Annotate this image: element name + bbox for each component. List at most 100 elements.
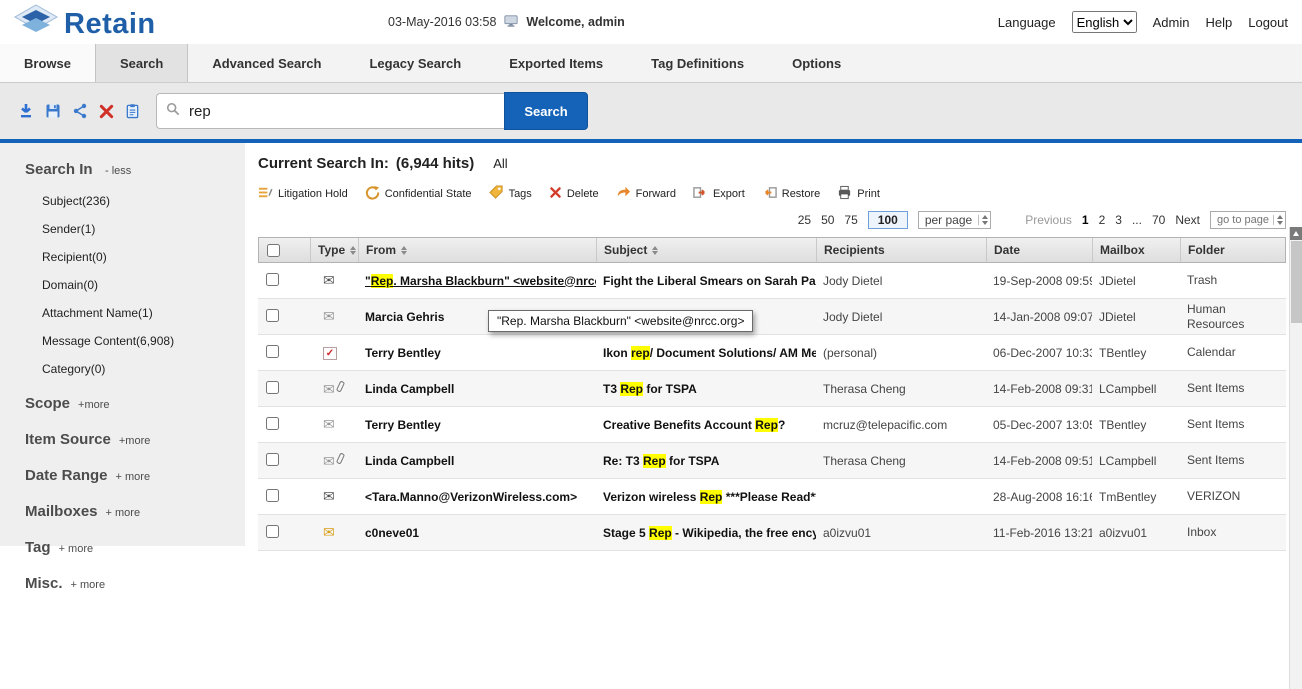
litigation-hold-button[interactable]: Litigation Hold — [258, 185, 348, 203]
table-row[interactable]: Marcia Gehris Jody Dietel 14-Jan-2008 09… — [258, 299, 1286, 335]
table-row[interactable]: Linda Campbell Re: T3 Rep for TSPA Thera… — [258, 443, 1286, 479]
delete-search-icon[interactable] — [99, 104, 114, 119]
row-from-cell[interactable]: Linda Campbell — [358, 454, 596, 468]
scrollbar-thumb[interactable] — [1291, 241, 1302, 323]
tab-legacy-search[interactable]: Legacy Search — [345, 44, 485, 82]
retain-logo[interactable]: Retain — [14, 4, 156, 45]
next-page-link[interactable]: Next — [1175, 213, 1200, 227]
help-link[interactable]: Help — [1205, 15, 1232, 30]
date-range-toggle[interactable]: + more — [116, 471, 151, 483]
row-from-cell[interactable]: Terry Bentley — [358, 346, 596, 360]
search-input[interactable] — [187, 102, 477, 121]
goto-page-input[interactable] — [1213, 213, 1271, 227]
table-row[interactable]: Terry Bentley Ikon rep/ Document Solutio… — [258, 335, 1286, 371]
row-from-cell[interactable]: <Tara.Manno@VerizonWireless.com> — [358, 490, 596, 504]
confidential-state-button[interactable]: Confidential State — [365, 185, 472, 203]
page-link-3[interactable]: 3 — [1115, 213, 1122, 227]
search-in-item-domain[interactable]: Domain(0) — [42, 275, 237, 296]
print-button[interactable]: Print — [837, 185, 880, 203]
column-header-mailbox[interactable]: Mailbox — [1093, 238, 1181, 262]
table-row[interactable]: Terry Bentley Creative Benefits Account … — [258, 407, 1286, 443]
row-from-cell[interactable]: Linda Campbell — [358, 382, 596, 396]
language-select[interactable]: English — [1072, 11, 1137, 33]
tab-browse[interactable]: Browse — [0, 44, 95, 82]
mailboxes-toggle[interactable]: + more — [106, 507, 141, 519]
misc-toggle[interactable]: + more — [71, 579, 106, 591]
save-search-icon[interactable] — [45, 103, 61, 119]
column-header-folder[interactable]: Folder — [1181, 238, 1285, 262]
column-header-subject[interactable]: Subject — [597, 238, 817, 262]
row-from-cell[interactable]: "Rep. Marsha Blackburn" <website@nrcc.or — [358, 274, 596, 288]
row-subject-cell[interactable]: Creative Benefits Account Rep? — [596, 418, 816, 432]
page-link-1[interactable]: 1 — [1082, 213, 1089, 227]
tab-search[interactable]: Search — [95, 44, 188, 82]
row-checkbox[interactable] — [266, 381, 279, 394]
scroll-up-button[interactable] — [1290, 227, 1302, 240]
column-header-type[interactable]: Type — [311, 238, 359, 262]
previous-page-link[interactable]: Previous — [1025, 213, 1072, 227]
select-all-checkbox[interactable] — [267, 244, 280, 257]
goto-page-spinner[interactable] — [1273, 215, 1283, 225]
row-checkbox[interactable] — [266, 453, 279, 466]
page-size-100-selected[interactable]: 100 — [868, 211, 908, 229]
delete-button[interactable]: Delete — [549, 186, 599, 202]
row-subject-cell[interactable]: Re: T3 Rep for TSPA — [596, 454, 816, 468]
load-search-icon[interactable] — [18, 103, 34, 119]
sort-arrows-icon[interactable] — [350, 246, 356, 255]
tab-exported-items[interactable]: Exported Items — [485, 44, 627, 82]
row-checkbox[interactable] — [266, 525, 279, 538]
tab-tag-definitions[interactable]: Tag Definitions — [627, 44, 768, 82]
page-link-2[interactable]: 2 — [1099, 213, 1106, 227]
per-page-select[interactable]: per page — [918, 211, 991, 229]
search-in-item-attachment-name[interactable]: Attachment Name(1) — [42, 303, 237, 324]
restore-button[interactable]: Restore — [762, 185, 821, 203]
row-checkbox[interactable] — [266, 309, 279, 322]
row-from-cell[interactable]: Terry Bentley — [358, 418, 596, 432]
row-checkbox[interactable] — [266, 345, 279, 358]
export-button[interactable]: Export — [693, 185, 745, 203]
page-link-70[interactable]: 70 — [1152, 213, 1165, 227]
row-subject-cell[interactable]: Fight the Liberal Smears on Sarah Palin — [596, 274, 816, 288]
search-in-item-subject[interactable]: Subject(236) — [42, 191, 237, 212]
search-in-item-sender[interactable]: Sender(1) — [42, 219, 237, 240]
row-subject-cell[interactable]: Verizon wireless Rep ***Please Read*** — [596, 490, 816, 504]
table-row[interactable]: <Tara.Manno@VerizonWireless.com> Verizon… — [258, 479, 1286, 515]
table-row[interactable]: "Rep. Marsha Blackburn" <website@nrcc.or… — [258, 263, 1286, 299]
admin-link[interactable]: Admin — [1153, 15, 1190, 30]
scope-toggle[interactable]: +more — [78, 399, 110, 411]
item-source-toggle[interactable]: +more — [119, 435, 151, 447]
forward-button[interactable]: Forward — [616, 185, 676, 203]
row-subject-cell[interactable]: Stage 5 Rep - Wikipedia, the free encycl — [596, 526, 816, 540]
column-header-from[interactable]: From — [359, 238, 597, 262]
tab-advanced-search[interactable]: Advanced Search — [188, 44, 345, 82]
misc-section-title: Misc. — [25, 575, 63, 592]
sort-arrows-icon[interactable] — [652, 246, 658, 255]
tab-options[interactable]: Options — [768, 44, 865, 82]
logout-link[interactable]: Logout — [1248, 15, 1288, 30]
row-from-cell[interactable]: c0neve01 — [358, 526, 596, 540]
tag-toggle[interactable]: + more — [59, 543, 94, 555]
row-checkbox[interactable] — [266, 489, 279, 502]
row-subject-cell[interactable]: T3 Rep for TSPA — [596, 382, 816, 396]
page-size-25[interactable]: 25 — [798, 213, 811, 227]
search-button[interactable]: Search — [504, 92, 588, 130]
sort-arrows-icon[interactable] — [401, 246, 407, 255]
page-size-50[interactable]: 50 — [821, 213, 834, 227]
saved-searches-icon[interactable] — [125, 103, 140, 119]
tags-button[interactable]: Tags — [489, 185, 532, 203]
search-in-item-message-content[interactable]: Message Content(6,908) — [42, 331, 237, 352]
vertical-scrollbar[interactable] — [1289, 227, 1302, 689]
row-checkbox[interactable] — [266, 273, 279, 286]
page-size-75[interactable]: 75 — [844, 213, 857, 227]
search-in-toggle[interactable]: - less — [105, 165, 131, 177]
row-subject-cell[interactable]: Ikon rep/ Document Solutions/ AM Meeting — [596, 346, 816, 360]
per-page-spinner[interactable] — [978, 215, 988, 225]
column-header-date[interactable]: Date — [987, 238, 1093, 262]
search-in-item-recipient[interactable]: Recipient(0) — [42, 247, 237, 268]
subject-text: ? — [778, 418, 785, 432]
row-checkbox[interactable] — [266, 417, 279, 430]
search-in-item-category[interactable]: Category(0) — [42, 359, 237, 380]
share-search-icon[interactable] — [72, 103, 88, 119]
column-header-recipients[interactable]: Recipients — [817, 238, 987, 262]
table-row[interactable]: Linda Campbell T3 Rep for TSPA Therasa C… — [258, 371, 1286, 407]
